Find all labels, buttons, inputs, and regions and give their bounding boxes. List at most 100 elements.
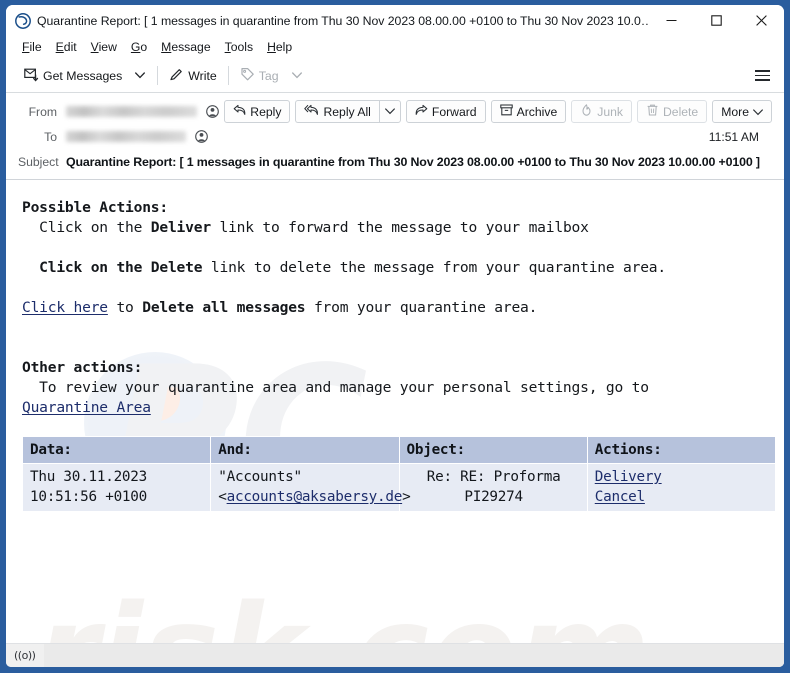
menu-item-go[interactable]: Go — [124, 39, 154, 56]
more-button[interactable]: More — [712, 100, 772, 123]
close-icon[interactable] — [739, 5, 784, 36]
table-header-row: Data: And: Object: Actions: — [21, 436, 777, 464]
mail-window: Quarantine Report: [ 1 messages in quara… — [6, 5, 784, 667]
menu-item-view[interactable]: View — [84, 39, 124, 56]
get-messages-button[interactable]: Get Messages — [18, 64, 128, 88]
more-label: More — [721, 104, 749, 119]
contact-icon-to[interactable] — [195, 130, 208, 143]
tag-dropdown-chevron-down-icon[interactable] — [285, 69, 309, 82]
cancel-link[interactable]: Cancel — [595, 487, 769, 507]
subject-row: Subject Quarantine Report: [ 1 messages … — [6, 149, 784, 179]
other-actions-heading: Other actions: — [22, 359, 143, 376]
window-controls — [649, 5, 784, 36]
quarantine-table: Data: And: Object: Actions: Thu 30.11.20… — [21, 436, 777, 512]
column-header-object: Object: — [398, 436, 588, 464]
reply-all-dropdown-chevron-down-icon[interactable] — [378, 100, 401, 123]
status-progress-area — [44, 643, 784, 667]
more-chevron-down-icon — [753, 105, 763, 119]
minimize-icon[interactable] — [649, 5, 694, 36]
write-button[interactable]: Write — [163, 64, 222, 88]
table-head: Data: And: Object: Actions: — [21, 436, 777, 464]
junk-flame-icon — [580, 104, 593, 119]
thunderbird-icon — [15, 12, 31, 29]
tag-label: Tag — [258, 68, 279, 83]
delete-all-keyword: Delete all messages — [142, 299, 306, 316]
maximize-icon[interactable] — [694, 5, 739, 36]
delete-keyword: Click on the Delete — [22, 259, 203, 276]
sender-bracket-open: < — [218, 489, 227, 505]
archive-label: Archive — [516, 104, 558, 119]
get-messages-icon — [24, 67, 39, 85]
quarantine-area-link[interactable]: Quarantine Area — [22, 399, 151, 416]
delete-instruction-line: Click on the Delete link to delete the m… — [22, 258, 768, 278]
column-header-and: And: — [210, 436, 400, 464]
sender-email-link[interactable]: accounts@aksabersy.de — [227, 489, 403, 505]
deliver-keyword: Deliver — [150, 219, 211, 236]
reply-label: Reply — [250, 104, 282, 119]
delete-button[interactable]: Delete — [636, 100, 708, 123]
forward-button[interactable]: Forward — [405, 100, 486, 123]
column-header-data: Data: — [21, 436, 212, 464]
get-messages-dropdown-chevron-down-icon[interactable] — [128, 69, 152, 82]
title-bar: Quarantine Report: [ 1 messages in quara… — [6, 5, 784, 36]
get-messages-label: Get Messages — [43, 68, 123, 83]
pencil-icon — [169, 67, 184, 85]
menu-item-edit[interactable]: Edit — [49, 39, 84, 56]
sender-name: "Accounts" — [218, 469, 302, 485]
quarantine-table-wrapper: Data: And: Object: Actions: Thu 30.11.20… — [6, 418, 784, 512]
contact-icon[interactable] — [206, 105, 220, 118]
junk-button[interactable]: Junk — [571, 100, 632, 123]
reply-all-button[interactable]: Reply All — [295, 100, 379, 123]
delivery-link[interactable]: Delivery — [595, 467, 769, 487]
toolbar-divider — [157, 66, 159, 85]
click-here-mid: to — [107, 299, 143, 316]
message-timestamp: 11:51 AM — [708, 129, 759, 144]
message-text: Possible Actions: Click on the Deliver l… — [6, 180, 784, 418]
forward-icon — [415, 104, 428, 119]
to-row: To 11:51 AM — [6, 124, 784, 149]
menu-bar: File Edit View Go Message Tools Help — [6, 36, 784, 59]
deliver-post: link to forward the message to your mail… — [210, 219, 589, 236]
tag-icon — [240, 67, 255, 85]
reply-icon — [233, 104, 246, 119]
column-header-actions: Actions: — [586, 436, 777, 464]
junk-label: Junk — [597, 104, 623, 119]
deliver-pre: Click on the — [22, 219, 151, 236]
click-here-post: from your quarantine area. — [305, 299, 538, 316]
subject-label: Subject — [18, 155, 59, 169]
window-title: Quarantine Report: [ 1 messages in quara… — [37, 13, 649, 28]
possible-actions-heading: Possible Actions: — [22, 199, 168, 216]
desktop-backdrop: Quarantine Report: [ 1 messages in quara… — [0, 0, 790, 673]
watermark-text-2: risk.com — [36, 578, 650, 643]
quarantine-area-line: Quarantine Area — [22, 398, 768, 418]
write-label: Write — [188, 68, 217, 83]
subject-value: Quarantine Report: [ 1 messages in quara… — [66, 155, 760, 169]
app-menu-icon[interactable] — [751, 64, 774, 87]
tag-button[interactable]: Tag — [234, 64, 285, 88]
menu-item-message[interactable]: Message — [154, 39, 217, 56]
message-body: PC risk.com Possible Actions: Click on t… — [6, 180, 784, 643]
reply-button[interactable]: Reply — [224, 100, 291, 123]
table-row: Thu 30.11.2023 10:51:56 +0100 "Accounts"… — [21, 463, 777, 512]
status-bar: ((o)) — [6, 643, 784, 667]
message-actions: Reply Reply All Forward Archive Junk Del… — [219, 100, 772, 123]
connection-status-icon: ((o)) — [14, 649, 36, 662]
delete-label: Delete — [662, 104, 699, 119]
deliver-instruction-line: Click on the Deliver link to forward the… — [22, 218, 768, 238]
cell-actions: Delivery Cancel — [586, 463, 777, 512]
from-address-redacted[interactable] — [66, 106, 198, 117]
menu-item-tools[interactable]: Tools — [218, 39, 260, 56]
to-address-redacted[interactable] — [66, 131, 186, 142]
reply-all-label: Reply All — [323, 104, 371, 119]
archive-button[interactable]: Archive — [490, 100, 567, 123]
click-here-link[interactable]: Click here — [22, 299, 108, 316]
menu-item-file[interactable]: File — [15, 39, 49, 56]
delete-all-line: Click here to Delete all messages from y… — [22, 298, 768, 318]
main-toolbar: Get Messages Write Tag — [6, 59, 784, 93]
archive-box-icon — [499, 104, 513, 119]
menu-item-help[interactable]: Help — [260, 39, 299, 56]
toolbar-divider-2 — [227, 66, 229, 85]
